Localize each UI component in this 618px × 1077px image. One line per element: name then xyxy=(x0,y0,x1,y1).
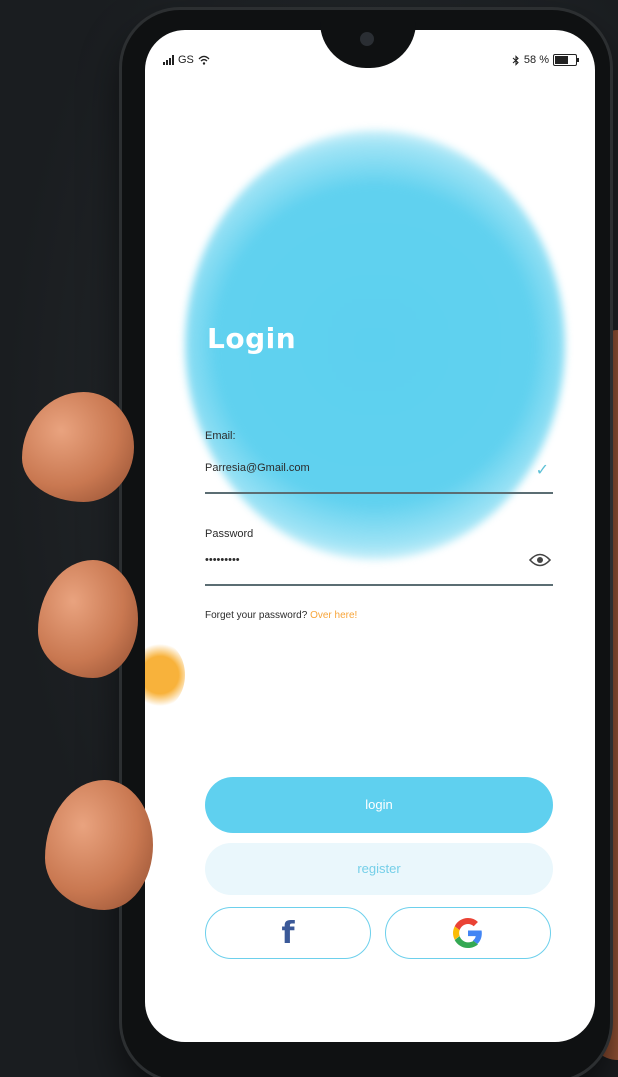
battery-percent: 58 % xyxy=(523,54,549,66)
login-form: Login Email: ✓ Password ••••••••• Forget… xyxy=(145,30,595,1042)
carrier-text: GS xyxy=(178,54,194,66)
email-field[interactable] xyxy=(205,462,505,474)
google-icon xyxy=(453,918,482,948)
bluetooth-icon xyxy=(512,54,519,66)
password-field-wrapper: ••••••••• xyxy=(205,550,553,586)
check-icon: ✓ xyxy=(535,462,549,479)
eye-icon[interactable] xyxy=(529,552,551,568)
facebook-icon: f xyxy=(281,915,295,951)
wifi-icon xyxy=(198,55,210,65)
battery-icon xyxy=(553,54,579,66)
register-button[interactable]: register xyxy=(205,843,553,895)
facebook-login-button[interactable]: f xyxy=(205,907,371,959)
page-title: Login xyxy=(207,322,297,355)
finger-middle xyxy=(38,560,138,678)
status-right: 58 % xyxy=(512,54,579,66)
email-field-wrapper: ✓ xyxy=(205,458,553,494)
password-field[interactable]: ••••••••• xyxy=(205,554,505,566)
finger-top xyxy=(22,392,134,502)
forgot-password-row: Forget your password? Over here! xyxy=(205,610,357,621)
forgot-password-link[interactable]: Over here! xyxy=(310,610,357,621)
phone-screen: GS 58 % Login Email: ✓ xyxy=(145,30,595,1042)
forgot-password-text: Forget your password? xyxy=(205,610,308,621)
google-login-button[interactable] xyxy=(385,907,551,959)
status-left: GS xyxy=(163,54,210,66)
scene: GS 58 % Login Email: ✓ xyxy=(0,0,618,1077)
login-button[interactable]: login xyxy=(205,777,553,833)
password-label: Password xyxy=(205,528,254,540)
front-camera xyxy=(360,32,374,46)
email-label: Email: xyxy=(205,430,236,442)
finger-bottom xyxy=(45,780,153,910)
signal-icon xyxy=(163,55,174,65)
